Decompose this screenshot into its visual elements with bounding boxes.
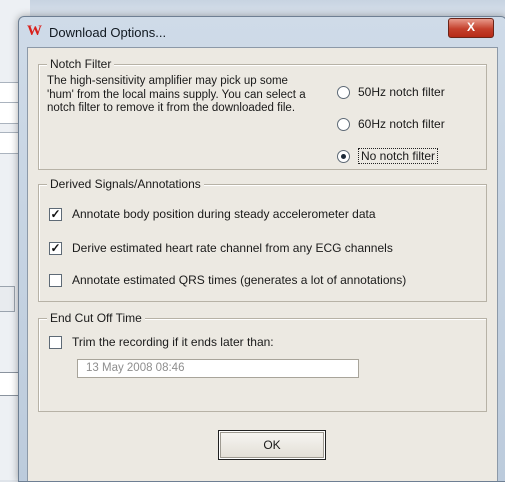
- checkbox-checked[interactable]: ✓: [49, 241, 62, 255]
- ok-button[interactable]: OK: [218, 430, 326, 460]
- checkbox-qrs-times[interactable]: Annotate estimated QRS times (generates …: [49, 271, 406, 289]
- close-button[interactable]: X: [448, 18, 494, 38]
- radio-button[interactable]: [337, 117, 350, 131]
- radio-label: 60Hz notch filter: [358, 117, 445, 131]
- checkbox-trim-recording[interactable]: Trim the recording if it ends later than…: [49, 333, 274, 351]
- radio-60hz[interactable]: 60Hz notch filter: [337, 115, 445, 133]
- group-label: Notch Filter: [47, 57, 115, 71]
- app-logo-icon: W: [27, 23, 42, 39]
- checkbox-heart-rate[interactable]: ✓ Derive estimated heart rate channel fr…: [49, 239, 393, 257]
- background-titlebar: [30, 0, 505, 16]
- radio-no-notch[interactable]: No notch filter: [337, 147, 439, 165]
- download-options-dialog: W Download Options... X Notch Filter The…: [18, 16, 505, 482]
- checkbox-label: Annotate estimated QRS times (generates …: [72, 273, 407, 287]
- radio-50hz[interactable]: 50Hz notch filter: [337, 83, 445, 101]
- dialog-client-area: Notch Filter The high-sensitivity amplif…: [27, 47, 498, 481]
- checkbox-checked[interactable]: ✓: [49, 207, 62, 221]
- close-icon: X: [466, 20, 475, 34]
- radio-button-selected[interactable]: [337, 149, 350, 163]
- checkbox-unchecked[interactable]: [49, 273, 62, 287]
- checkbox-unchecked[interactable]: [49, 335, 62, 349]
- checkbox-label: Annotate body position during steady acc…: [72, 207, 376, 221]
- checkbox-label: Derive estimated heart rate channel from…: [72, 241, 393, 255]
- group-label: End Cut Off Time: [47, 311, 145, 325]
- dialog-titlebar[interactable]: W Download Options... X: [19, 17, 505, 47]
- checkbox-label: Trim the recording if it ends later than…: [72, 335, 274, 349]
- end-cutoff-group: End Cut Off Time Trim the recording if i…: [38, 311, 487, 412]
- radio-label: 50Hz notch filter: [358, 85, 445, 99]
- group-label: Derived Signals/Annotations: [47, 177, 204, 191]
- radio-label: No notch filter: [358, 148, 439, 164]
- radio-button[interactable]: [337, 85, 350, 99]
- notch-filter-group: Notch Filter The high-sensitivity amplif…: [38, 57, 487, 170]
- background-button[interactable]: [0, 286, 15, 312]
- derived-signals-group: Derived Signals/Annotations ✓ Annotate b…: [38, 177, 487, 302]
- checkbox-body-position[interactable]: ✓ Annotate body position during steady a…: [49, 205, 376, 223]
- dialog-title: Download Options...: [49, 25, 167, 40]
- end-date-field[interactable]: 13 May 2008 08:46: [77, 359, 359, 378]
- notch-filter-description: The high-sensitivity amplifier may pick …: [47, 75, 306, 114]
